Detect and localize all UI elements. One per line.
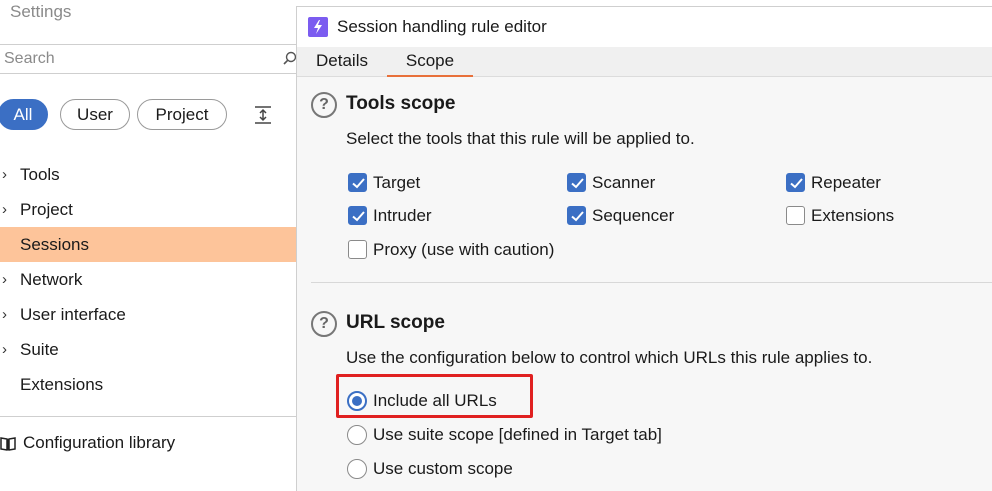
- tree-item-label: Tools: [20, 165, 60, 184]
- dialog-tabs: Details Scope: [297, 47, 992, 77]
- checkbox-checked-icon[interactable]: [567, 173, 586, 192]
- checkbox-checked-icon[interactable]: [567, 206, 586, 225]
- settings-panel: Settings All User Project › Tools › Proj…: [0, 0, 297, 491]
- radio-unselected-icon[interactable]: [347, 425, 367, 445]
- tree-item-extensions[interactable]: Extensions: [0, 367, 296, 402]
- checkbox-label: Intruder: [373, 206, 432, 225]
- settings-title: Settings: [10, 2, 72, 21]
- search-input[interactable]: [4, 48, 274, 70]
- checkbox-checked-icon[interactable]: [348, 206, 367, 225]
- tree-item-label: Project: [20, 200, 73, 219]
- tools-scope-heading-label: Tools scope: [346, 93, 456, 114]
- checkbox-unchecked-icon[interactable]: [786, 206, 805, 225]
- radio-label: Include all URLs: [373, 391, 497, 410]
- radio-selected-icon[interactable]: [347, 391, 367, 411]
- section-divider: [311, 282, 992, 283]
- chevron-right-icon[interactable]: ›: [2, 297, 7, 332]
- checkbox-label: Sequencer: [592, 206, 675, 225]
- tree-item-user-interface[interactable]: › User interface: [0, 297, 296, 332]
- tree-item-project[interactable]: › Project: [0, 192, 296, 227]
- burp-app-icon: [308, 17, 328, 37]
- filter-project-button[interactable]: Project: [137, 99, 227, 130]
- tree-item-label: User interface: [20, 305, 126, 324]
- checkbox-label: Extensions: [811, 206, 895, 225]
- tree-item-suite[interactable]: › Suite: [0, 332, 296, 367]
- help-icon[interactable]: ?: [311, 311, 337, 337]
- tree-item-sessions[interactable]: Sessions: [0, 227, 296, 262]
- tree-item-label: Sessions: [20, 235, 89, 254]
- tools-scope-description: Select the tools that this rule will be …: [346, 129, 695, 148]
- dialog-titlebar: Session handling rule editor: [297, 7, 992, 47]
- checkbox-label: Proxy (use with caution): [373, 240, 555, 259]
- tree-item-tools[interactable]: › Tools: [0, 157, 296, 192]
- url-scope-description: Use the configuration below to control w…: [346, 348, 873, 367]
- checkbox-label: Repeater: [811, 173, 881, 192]
- radio-label: Use custom scope: [373, 459, 513, 478]
- radio-unselected-icon[interactable]: [347, 459, 367, 479]
- filter-user-button[interactable]: User: [60, 99, 130, 130]
- chevron-right-icon[interactable]: ›: [2, 157, 7, 192]
- chevron-right-icon[interactable]: ›: [2, 332, 7, 367]
- dialog-title: Session handling rule editor: [337, 17, 547, 36]
- checkbox-label: Scanner: [592, 173, 656, 192]
- tree-item-label: Extensions: [20, 375, 104, 394]
- collapse-all-icon[interactable]: [253, 104, 273, 126]
- chevron-right-icon[interactable]: ›: [2, 262, 7, 297]
- tree-item-network[interactable]: › Network: [0, 262, 296, 297]
- url-scope-heading-label: URL scope: [346, 312, 445, 333]
- checkbox-checked-icon[interactable]: [786, 173, 805, 192]
- book-icon: [0, 437, 16, 451]
- search-icon[interactable]: [283, 51, 297, 65]
- checkbox-label: Target: [373, 173, 421, 192]
- configuration-library-label: Configuration library: [23, 433, 176, 452]
- radio-label: Use suite scope [defined in Target tab]: [373, 425, 662, 444]
- tree-item-label: Suite: [20, 340, 59, 359]
- search-bar: [0, 44, 297, 74]
- tab-scope[interactable]: Scope: [387, 47, 473, 77]
- tree-item-label: Network: [20, 270, 83, 289]
- settings-tree: › Tools › Project Sessions › Network › U…: [0, 157, 296, 402]
- checkbox-checked-icon[interactable]: [348, 173, 367, 192]
- help-icon[interactable]: ?: [311, 92, 337, 118]
- filter-all-button[interactable]: All: [0, 99, 48, 130]
- divider: [0, 416, 296, 417]
- chevron-right-icon[interactable]: ›: [2, 192, 7, 227]
- session-rule-editor-dialog: Session handling rule editor Details Sco…: [296, 6, 992, 491]
- tab-details[interactable]: Details: [305, 47, 379, 77]
- checkbox-unchecked-icon[interactable]: [348, 240, 367, 259]
